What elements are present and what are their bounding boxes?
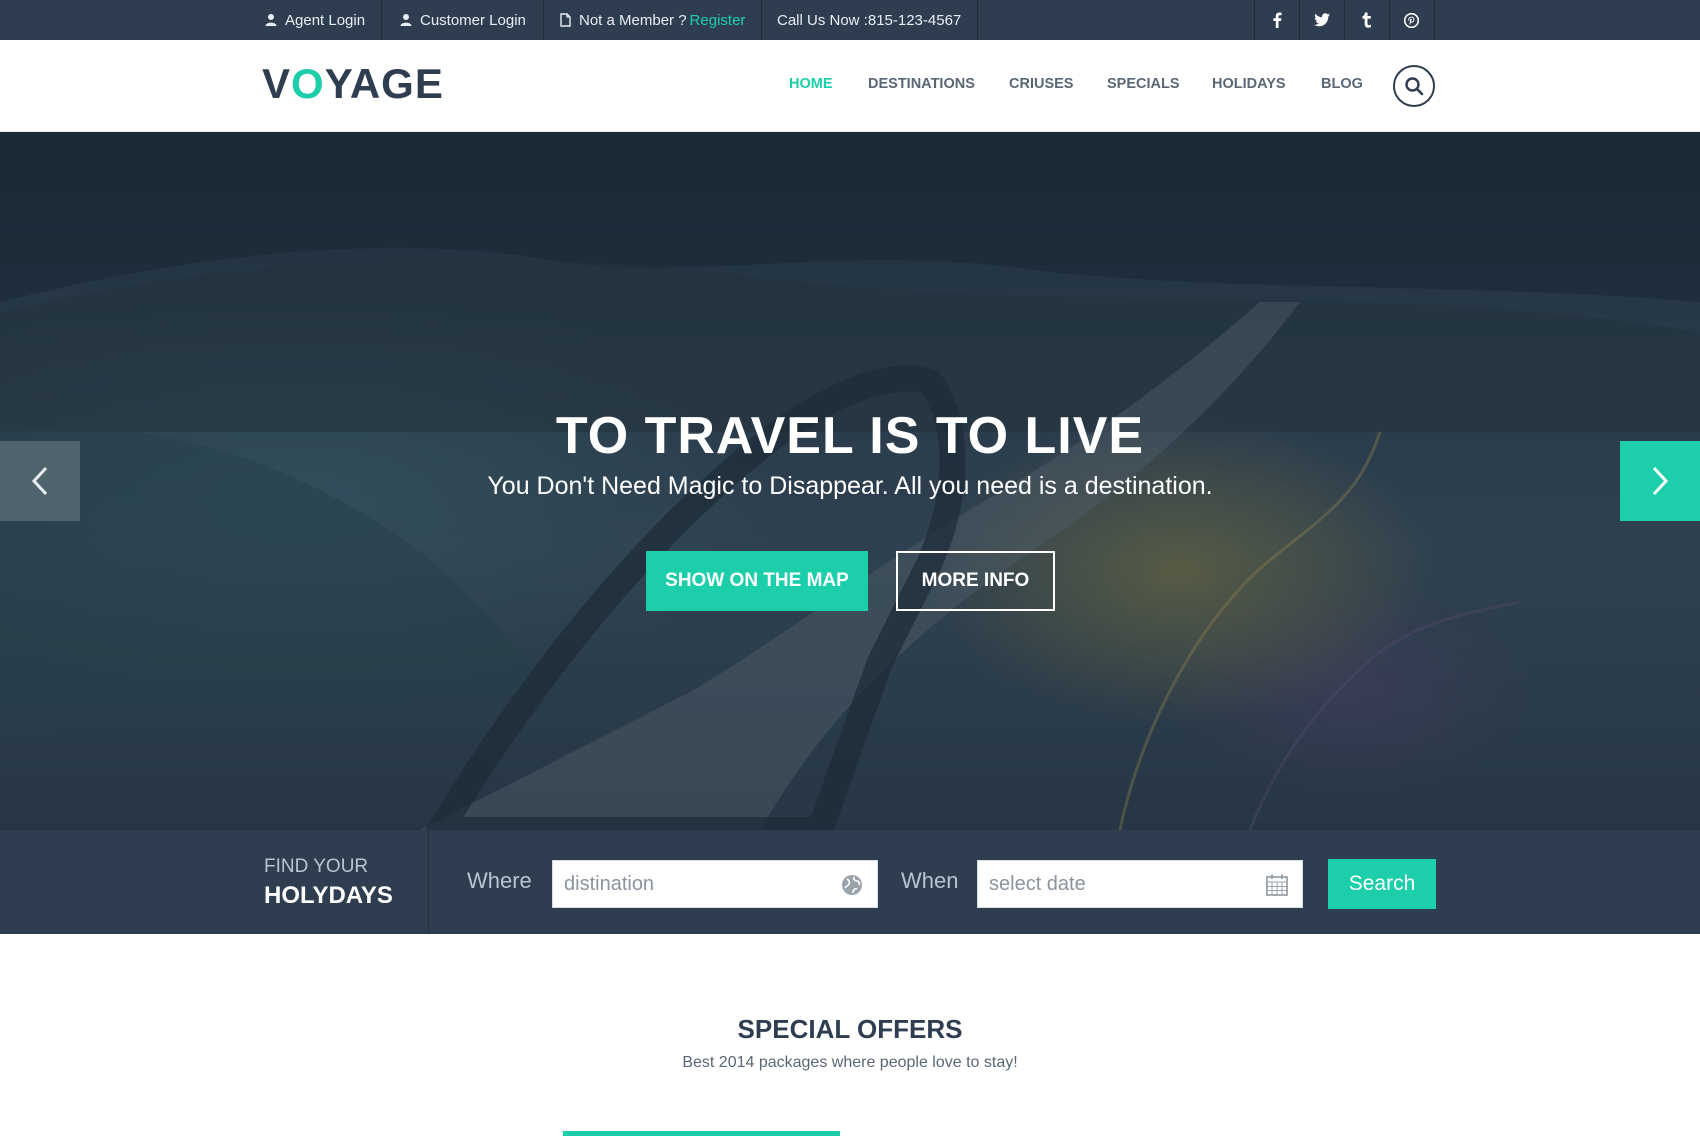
date-placeholder: select date	[989, 872, 1086, 895]
customer-login-label: Customer Login	[420, 11, 526, 29]
globe-icon	[842, 875, 862, 895]
more-info-button[interactable]: MORE INFO	[896, 551, 1055, 611]
nav-home[interactable]: HOME	[789, 76, 833, 92]
nav-blog[interactable]: BLOG	[1321, 76, 1363, 92]
search-divider	[428, 830, 429, 934]
show-on-map-button[interactable]: SHOW ON THE MAP	[646, 551, 868, 611]
logo-letter-o: O	[291, 60, 325, 107]
offer-card-accent	[563, 1131, 840, 1136]
agent-login-link[interactable]: Agent Login	[264, 0, 365, 40]
user-icon	[264, 13, 278, 27]
topbar-divider	[1434, 0, 1435, 40]
register-link[interactable]: Register	[690, 12, 746, 29]
special-offers-subtitle: Best 2014 packages where people love to …	[682, 1054, 1018, 1071]
nav-holidays[interactable]: HOLIDAYS	[1212, 76, 1286, 92]
date-input[interactable]: select date	[977, 860, 1303, 908]
nav-destinations[interactable]: DESTINATIONS	[868, 76, 975, 92]
call-us-label: Call Us Now :815-123-4567	[777, 11, 962, 29]
customer-login-link[interactable]: Customer Login	[399, 0, 526, 40]
destination-input[interactable]: distination	[552, 860, 878, 908]
register-prompt: Not a Member ? Register	[558, 0, 745, 40]
search-button[interactable]	[1393, 65, 1435, 107]
call-us: Call Us Now :815-123-4567	[777, 0, 961, 40]
holiday-search-bar: FIND YOUR HOLYDAYS Where distination Whe…	[0, 830, 1700, 934]
not-member-label: Not a Member ?	[579, 11, 687, 29]
hero-title: TO TRAVEL IS TO LIVE	[555, 407, 1145, 465]
main-header: VOYAGE HOME DESTINATIONS CRIUSES SPECIAL…	[0, 40, 1700, 132]
agent-login-label: Agent Login	[285, 11, 366, 29]
topbar-divider	[381, 0, 382, 40]
topbar-divider	[761, 0, 762, 40]
calendar-icon	[1266, 874, 1288, 896]
twitter-icon[interactable]	[1299, 0, 1344, 40]
search-icon	[1405, 77, 1424, 96]
destination-placeholder: distination	[564, 872, 655, 895]
nav-cruises[interactable]: CRIUSES	[1009, 76, 1073, 92]
special-offers-title: SPECIAL OFFERS	[737, 1014, 963, 1044]
hero-subtitle: You Don't Need Magic to Disappear. All y…	[487, 472, 1213, 500]
topbar-divider	[977, 0, 978, 40]
when-label: When	[901, 868, 959, 893]
logo-letter-v: V	[262, 60, 292, 107]
logo-letters-rest: YAGE	[324, 60, 444, 107]
top-bar: Agent Login Customer Login Not a Member …	[0, 0, 1700, 40]
where-label: Where	[467, 868, 532, 893]
nav-specials[interactable]: SPECIALS	[1107, 76, 1180, 92]
document-icon	[558, 13, 572, 27]
search-submit-button[interactable]: Search	[1328, 859, 1436, 909]
find-your-label: FIND YOUR	[264, 856, 369, 877]
holydays-label: HOLYDAYS	[264, 882, 393, 909]
facebook-icon[interactable]	[1254, 0, 1299, 40]
hero-slider: TO TRAVEL IS TO LIVE You Don't Need Magi…	[0, 132, 1700, 830]
pinterest-icon[interactable]	[1389, 0, 1434, 40]
topbar-divider	[543, 0, 544, 40]
tumblr-icon[interactable]	[1344, 0, 1389, 40]
logo[interactable]: VOYAGE	[262, 60, 444, 108]
user-icon	[399, 13, 413, 27]
